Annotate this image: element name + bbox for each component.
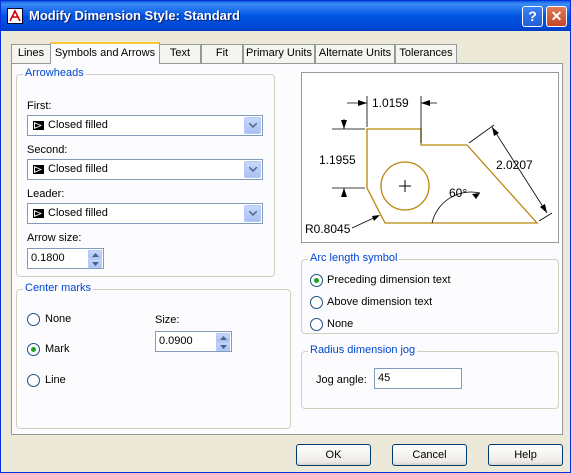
spin-up-icon[interactable] — [88, 250, 102, 259]
closed-filled-arrow-icon — [33, 165, 44, 174]
arc-length-group: Arc length symbol Preceding dimension te… — [301, 252, 559, 334]
second-label: Second: — [27, 144, 68, 156]
arc-preceding-radio[interactable] — [310, 274, 323, 287]
ok-button[interactable]: OK — [296, 444, 371, 466]
preview-radius: R0.8045 — [305, 222, 351, 236]
center-mark-size-label: Size: — [155, 314, 180, 326]
tab-lines[interactable]: Lines — [11, 44, 51, 63]
spin-down-icon[interactable] — [216, 342, 230, 351]
arc-none-label[interactable]: None — [327, 318, 353, 330]
arc-none-radio[interactable] — [310, 318, 323, 331]
arrow-size-label: Arrow size: — [27, 232, 82, 244]
title-bar[interactable]: Modify Dimension Style: Standard ? ✕ — [1, 1, 570, 31]
center-mark-none-label[interactable]: None — [45, 313, 71, 325]
first-label: First: — [27, 100, 52, 112]
radius-jog-title: Radius dimension jog — [308, 344, 418, 356]
preview-dim-left: 1.1955 — [319, 153, 356, 167]
cancel-button[interactable]: Cancel — [392, 444, 467, 466]
title-close-button[interactable]: ✕ — [546, 6, 567, 27]
autocad-app-icon — [7, 8, 23, 24]
center-mark-size-spinner[interactable]: 0.0900 — [155, 331, 232, 352]
preview-dim-diag: 2.0207 — [496, 158, 533, 172]
center-mark-mark-label[interactable]: Mark — [45, 343, 69, 355]
arc-preceding-label[interactable]: Preceding dimension text — [327, 274, 451, 286]
tab-fit[interactable]: Fit — [201, 44, 243, 63]
window-title: Modify Dimension Style: Standard — [29, 8, 240, 23]
chevron-down-icon[interactable] — [244, 161, 261, 178]
arrow-size-value: 0.1800 — [31, 252, 65, 264]
second-arrowhead-value: Closed filled — [48, 163, 108, 175]
tab-symbols-and-arrows[interactable]: Symbols and Arrows — [50, 42, 160, 64]
center-mark-size-value: 0.0900 — [159, 335, 193, 347]
arrowheads-group: Arrowheads First: Closed filled Second: … — [16, 67, 275, 277]
chevron-down-icon[interactable] — [244, 117, 261, 134]
help-button[interactable]: Help — [488, 444, 563, 466]
center-marks-title: Center marks — [23, 282, 94, 294]
center-mark-none-radio[interactable] — [27, 313, 40, 326]
preview-angle: 60° — [449, 186, 467, 200]
leader-arrowhead-value: Closed filled — [48, 207, 108, 219]
preview-dim-top: 1.0159 — [372, 96, 409, 110]
tab-panel: Arrowheads First: Closed filled Second: … — [11, 63, 563, 435]
closed-filled-arrow-icon — [33, 209, 44, 218]
jog-angle-value: 45 — [378, 372, 391, 384]
center-mark-line-label[interactable]: Line — [45, 374, 66, 386]
title-help-button[interactable]: ? — [522, 6, 543, 27]
dialog-window: Modify Dimension Style: Standard ? ✕ Lin… — [0, 0, 571, 473]
arrowheads-title: Arrowheads — [23, 67, 86, 79]
second-arrowhead-select[interactable]: Closed filled — [27, 159, 263, 180]
preview-part-outline — [366, 128, 539, 224]
first-arrowhead-select[interactable]: Closed filled — [27, 115, 263, 136]
dimension-preview: 1.0159 1.1955 2.0207 60° R0.8045 — [301, 72, 559, 243]
closed-filled-arrow-icon — [33, 121, 44, 130]
radius-jog-group: Radius dimension jog Jog angle: 45 — [301, 344, 559, 409]
chevron-down-icon[interactable] — [244, 205, 261, 222]
jog-angle-input[interactable]: 45 — [374, 368, 462, 389]
spin-up-icon[interactable] — [216, 333, 230, 342]
arc-above-radio[interactable] — [310, 296, 323, 309]
center-marks-group: Center marks None Mark Line Size: 0.0900 — [16, 282, 291, 429]
leader-label: Leader: — [27, 188, 65, 200]
tab-text[interactable]: Text — [159, 44, 201, 63]
center-mark-line-radio[interactable] — [27, 374, 40, 387]
arrow-size-spinner[interactable]: 0.1800 — [27, 248, 104, 269]
tab-primary-units[interactable]: Primary Units — [243, 44, 315, 63]
jog-angle-label: Jog angle: — [316, 374, 367, 386]
spin-down-icon[interactable] — [88, 259, 102, 268]
arc-length-title: Arc length symbol — [308, 252, 400, 264]
first-arrowhead-value: Closed filled — [48, 119, 108, 131]
leader-arrowhead-select[interactable]: Closed filled — [27, 203, 263, 224]
center-mark-mark-radio[interactable] — [27, 343, 40, 356]
tab-alternate-units[interactable]: Alternate Units — [315, 44, 395, 63]
arc-above-label[interactable]: Above dimension text — [327, 296, 432, 308]
tab-tolerances[interactable]: Tolerances — [395, 44, 457, 63]
